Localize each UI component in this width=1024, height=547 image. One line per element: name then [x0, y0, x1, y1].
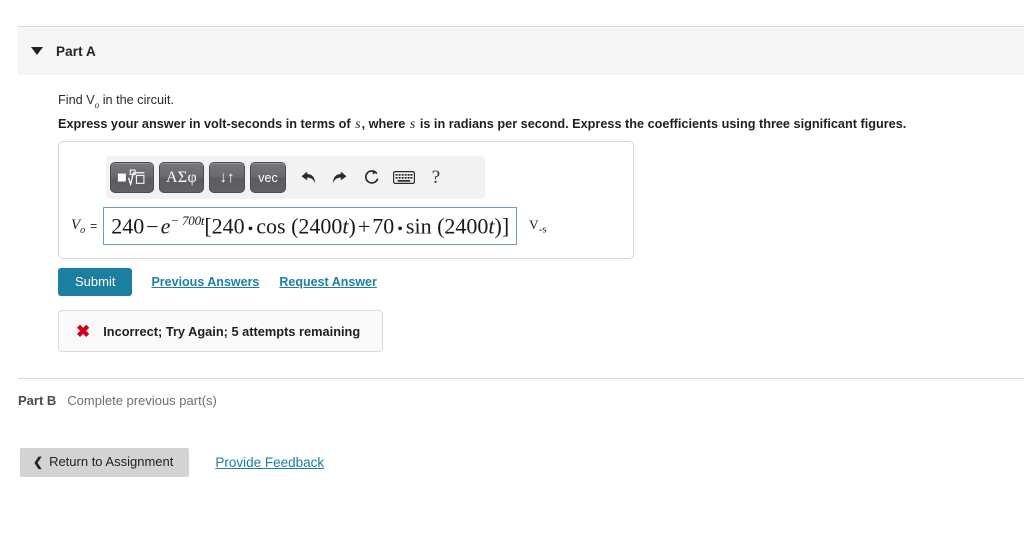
chevron-left-icon: ❮ — [33, 454, 44, 469]
return-to-assignment-label: Return to Assignment — [49, 454, 174, 469]
instruction-text: Express your answer in volt-seconds in t… — [58, 117, 906, 133]
expr-plus: + — [357, 213, 371, 239]
expr-coef-2: 70 — [372, 213, 395, 239]
answer-expression: 240−e− 700t[240 • cos (2400t)+70 • sin (2400… — [111, 214, 509, 237]
request-answer-link[interactable]: Request Answer — [279, 275, 376, 289]
expr-exponent: − 700t — [170, 213, 205, 229]
math-editor-toolbar: ΑΣφ ↓↑ vec ? — [106, 156, 485, 199]
answer-unit-sub: -s — [538, 223, 547, 236]
expr-bracket-close: ] — [501, 213, 510, 239]
expr-fn-cos-close: ) — [348, 213, 356, 239]
greek-symbols-button[interactable]: ΑΣφ — [159, 162, 205, 193]
question-tail: in the circuit. — [99, 93, 174, 107]
expr-coef-1: 240 — [211, 213, 245, 239]
equals-sign: = — [90, 219, 98, 233]
return-to-assignment-button[interactable]: ❮ Return to Assignment — [20, 448, 190, 478]
footer-actions: ❮ Return to Assignment Provide Feedback — [20, 448, 324, 478]
section-divider — [18, 378, 1024, 379]
expr-bracket-open: [ — [204, 213, 212, 239]
expr-minus: − — [146, 213, 159, 239]
feedback-message: Incorrect; Try Again; 5 attempts remaini… — [103, 323, 361, 339]
arrows-button[interactable]: ↓↑ — [209, 162, 246, 193]
question-lead: Find V — [58, 93, 95, 107]
reset-icon[interactable] — [357, 163, 387, 193]
answer-equation-row: Vo = 240−e− 700t[240 • cos (2400t)+70 • sin … — [71, 207, 547, 245]
expr-fn-sin-close: ) — [494, 213, 502, 239]
expr-fn-cos: cos (2400 — [256, 213, 343, 239]
instruction-var-s-1: s — [355, 117, 361, 132]
answer-input[interactable]: 240−e− 700t[240 • cos (2400t)+70 • sin (2400… — [103, 207, 518, 245]
expr-dot-1: • — [247, 220, 254, 238]
help-icon[interactable]: ? — [421, 163, 451, 193]
template-sqrt-button[interactable] — [110, 162, 154, 193]
answer-unit: V-s — [529, 216, 547, 236]
answer-panel: ΑΣφ ↓↑ vec ? Vo = 240−e− 700t[240 • cos … — [58, 141, 634, 259]
expr-e: e — [160, 213, 171, 239]
expr-fn-sin: sin (2400 — [405, 213, 489, 239]
answer-actions: Submit Previous Answers Request Answer — [58, 268, 377, 297]
answer-label: Vo — [71, 216, 86, 236]
submit-button[interactable]: Submit — [58, 268, 133, 297]
part-a-title: Part A — [56, 43, 96, 59]
part-b-label: Part B — [18, 393, 57, 408]
part-b-status: Complete previous part(s) — [67, 393, 217, 408]
instruction-part-2: , where — [361, 117, 409, 131]
part-b-row[interactable]: Part B Complete previous part(s) — [18, 393, 217, 408]
question-text: Find Vo in the circuit. — [58, 92, 174, 110]
expr-lead: 240 — [111, 213, 145, 239]
previous-answers-link[interactable]: Previous Answers — [151, 275, 259, 289]
provide-feedback-link[interactable]: Provide Feedback — [215, 455, 324, 470]
answer-label-sub: o — [80, 224, 86, 236]
instruction-part-1: Express your answer in volt-seconds in t… — [58, 117, 355, 131]
part-a-header[interactable]: Part A — [18, 26, 1024, 75]
feedback-banner: ✖ Incorrect; Try Again; 5 attempts remai… — [58, 310, 383, 352]
chevron-down-icon[interactable] — [30, 44, 44, 58]
redo-icon[interactable] — [325, 163, 355, 193]
instruction-part-3: is in radians per second. Express the co… — [416, 117, 907, 131]
x-mark-icon: ✖ — [76, 321, 91, 341]
vector-button[interactable]: vec — [250, 162, 287, 193]
keyboard-icon[interactable] — [389, 163, 419, 193]
expr-dot-2: • — [397, 220, 403, 238]
undo-icon[interactable] — [293, 163, 323, 193]
